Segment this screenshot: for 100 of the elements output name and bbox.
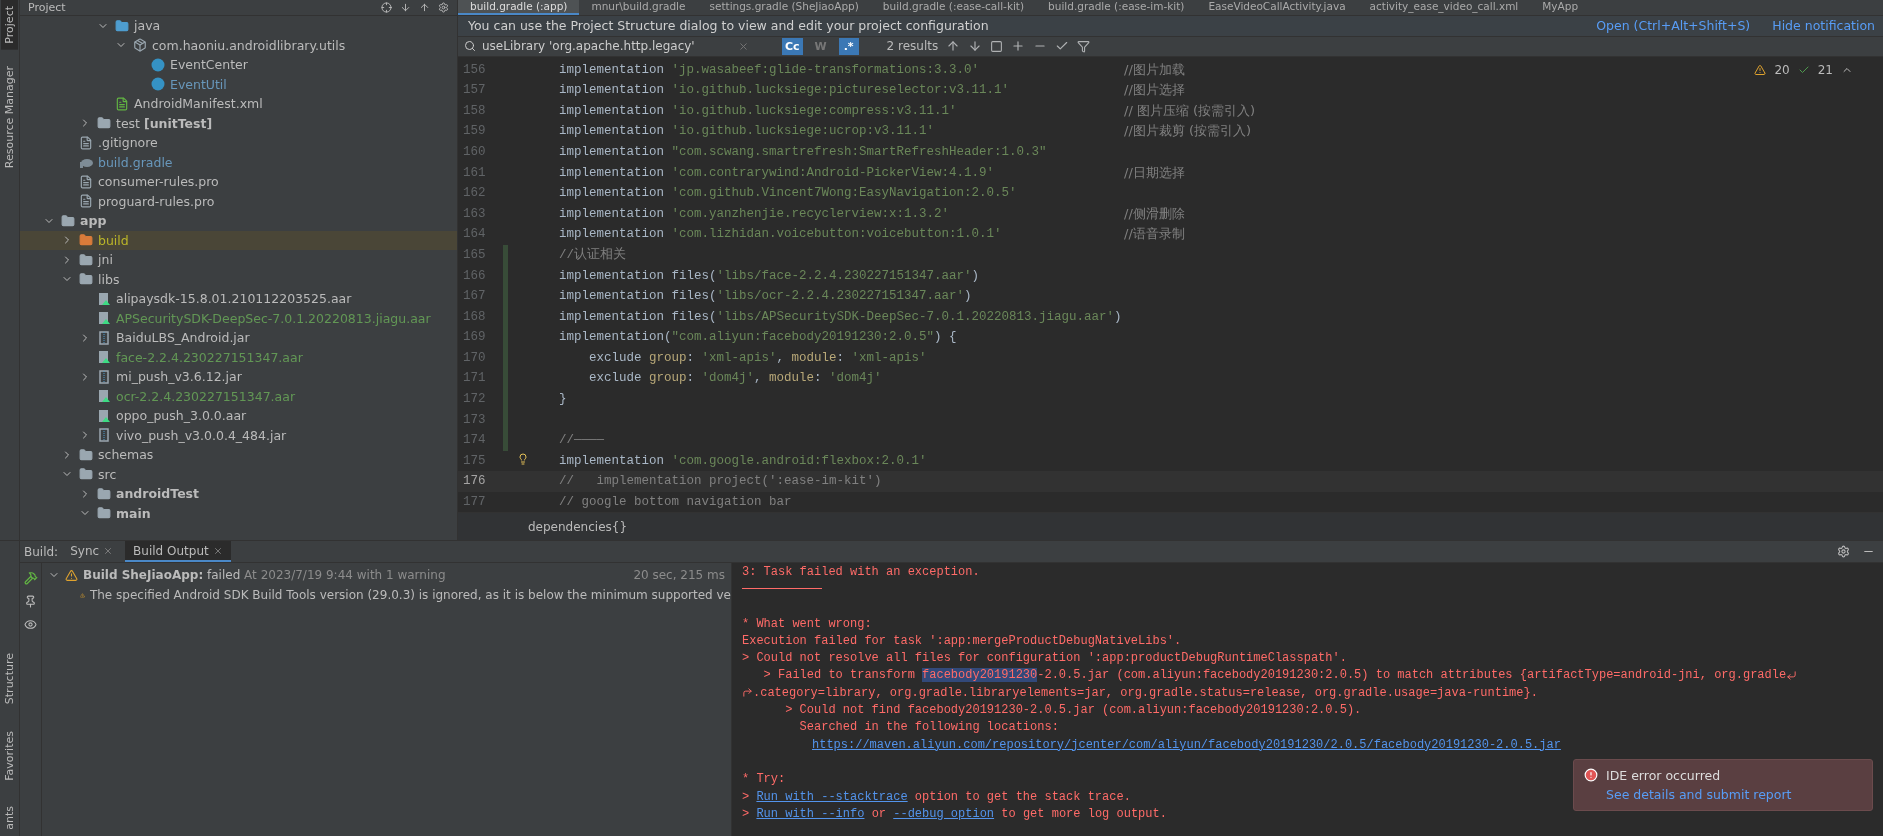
notification-link[interactable]: Hide notification (1772, 18, 1875, 34)
warning-count[interactable]: 20 (1774, 63, 1790, 78)
tree-item[interactable]: vivo_push_v3.0.0.4_484.jar (20, 425, 457, 445)
soft-wrap-icon (742, 687, 753, 699)
eye-icon[interactable] (24, 618, 37, 631)
line-number: 166 (462, 268, 487, 283)
lightbulb-icon[interactable] (517, 452, 529, 465)
collapse-all-icon[interactable] (419, 2, 430, 13)
tree-item[interactable]: EventCenter (20, 55, 457, 75)
weak-warning-count[interactable]: 21 (1817, 63, 1833, 78)
log-link[interactable]: Run with --info (756, 806, 865, 821)
tree-item[interactable]: EventUtil (20, 74, 457, 94)
tree-item[interactable]: consumer-rules.pro (20, 172, 457, 192)
tree-item[interactable]: app (20, 211, 457, 231)
build-status[interactable]: Build SheJiaoApp: failed At 2023/7/19 9:44 with 1 warning (83, 568, 446, 582)
tree-item[interactable]: alipaysdk-15.8.01.210112203525.aar (20, 289, 457, 309)
square-icon[interactable] (990, 39, 1004, 53)
tree-item[interactable]: face-2.2.4.230227151347.aar (20, 347, 457, 367)
editor-tab[interactable]: MyApp (1530, 0, 1591, 15)
tree-item[interactable]: libs (20, 269, 457, 289)
editor-tab[interactable]: build.gradle (:app) (458, 0, 580, 15)
build-message[interactable]: The specified Android SDK Build Tools version (29.0.3) is ignored, as it is below the minimum supported ve (89, 588, 731, 602)
editor-tab[interactable]: settings.gradle (SheJiaoApp) (697, 0, 871, 15)
code-line: implementation 'com.github.Vincent7Wong:EasyNavigation:2.0.5' (559, 186, 1018, 201)
line-number: 164 (462, 227, 487, 242)
log-line: > Could not resolve all files for configuration ':app:productDebugRuntimeClasspath'. (742, 651, 1347, 666)
settings-icon[interactable] (438, 2, 449, 13)
tool-window-tab[interactable]: Structure (1, 647, 18, 711)
close-icon[interactable] (103, 545, 114, 556)
tree-item[interactable]: ocr-2.2.4.230227151347.aar (20, 386, 457, 406)
previous-icon[interactable] (946, 39, 961, 54)
editor-tab[interactable]: build.gradle (:ease-im-kit) (1036, 0, 1197, 15)
tree-item[interactable]: main (20, 503, 457, 523)
tree-item[interactable]: androidTest (20, 484, 457, 504)
code-line: implementation 'io.github.lucksiege:ucrop:v3.11.1' (559, 124, 936, 139)
tree-item[interactable]: build (20, 230, 457, 250)
filter-icon[interactable] (1077, 39, 1091, 53)
log-line: Execution failed for task ':app:mergeProductDebugNativeLibs'. (742, 633, 1182, 648)
log-link[interactable]: Run with --stacktrace (756, 789, 908, 804)
code-line: implementation 'com.google.android:flexbox:2.0.1' (559, 453, 928, 468)
tree-item[interactable]: com.haoniu.androidlibrary.utils (20, 35, 457, 55)
tree-item[interactable]: APSecuritySDK-DeepSec-7.0.1.20220813.jiagu.aar (20, 308, 457, 328)
line-number: 162 (462, 186, 487, 201)
search-option-toggle[interactable]: .* (838, 37, 859, 55)
tree-item[interactable]: proguard-rules.pro (20, 191, 457, 211)
log-line: > Failed to transform facebody20191230-2.0.5.jar (com.aliyun:facebody20191230:2.0.5) to match attributes {artifactType=android-jni, org.gradle (762, 668, 1787, 683)
class-icon (151, 57, 165, 72)
close-icon[interactable] (212, 545, 223, 556)
tree-item[interactable]: test [unitTest] (20, 113, 457, 133)
tool-window-tab[interactable]: Resource Manager (1, 59, 18, 174)
tree-item[interactable]: oppo_push_3.0.0.aar (20, 406, 457, 426)
tree-item[interactable]: src (20, 464, 457, 484)
tool-tab[interactable]: Sync (62, 541, 122, 562)
editor-tab[interactable]: build.gradle (:ease-call-kit) (870, 0, 1037, 15)
line-number: 174 (462, 433, 487, 448)
settings-icon[interactable] (1837, 545, 1850, 558)
notification-link[interactable]: Open (Ctrl+Alt+Shift+S) (1596, 18, 1751, 34)
tree-item[interactable]: .gitignore (20, 133, 457, 153)
line-number: 158 (462, 103, 487, 118)
log-link[interactable]: --debug option (893, 806, 995, 821)
panel-title: Project (28, 1, 66, 14)
code-comment: //侧滑删除 (1124, 204, 1185, 223)
build-duration: 20 sec, 215 ms (633, 568, 726, 582)
log-line: Searched in the following locations: (798, 720, 1059, 735)
line-number: 163 (462, 206, 487, 221)
editor-tab[interactable]: activity_ease_video_call.xml (1357, 0, 1531, 15)
tool-window-tab[interactable]: Favorites (1, 724, 18, 787)
hammer-icon[interactable] (23, 571, 38, 585)
notification-link[interactable]: See details and submit report (1606, 787, 1792, 802)
test-folder-icon (97, 116, 111, 131)
tree-item[interactable]: AndroidManifest.xml (20, 94, 457, 114)
code-line: implementation files('libs/face-2.2.4.230227151347.aar') (559, 268, 981, 283)
tree-item[interactable]: build.gradle (20, 152, 457, 172)
log-text: or (870, 806, 888, 821)
line-number: 171 (462, 371, 487, 386)
code-line: exclude group: 'dom4j', module: 'dom4j' (588, 371, 883, 386)
tool-window-tab[interactable]: Project (1, 0, 18, 50)
log-text: to get more log output. (1000, 806, 1167, 821)
log-link[interactable]: https://maven.aliyun.com/repository/jcenter/com/aliyun/facebody20191230/2.0.5/facebody20191230-2.0.5.jar (812, 737, 1561, 752)
manifest-file-icon (115, 96, 129, 111)
tree-item[interactable]: jni (20, 250, 457, 270)
expand-all-icon[interactable] (400, 2, 411, 13)
add-icon[interactable] (1011, 39, 1026, 54)
pin-icon[interactable] (24, 595, 37, 608)
file-icon (79, 194, 93, 209)
code-line: implementation 'com.lizhidan.voicebutton:voicebutton:1.0.1' (559, 227, 1003, 242)
tree-item[interactable]: mi_push_v3.6.12.jar (20, 367, 457, 387)
editor-tab[interactable]: EaseVideoCallActivity.java (1196, 0, 1358, 15)
tool-window-tab[interactable]: ants (1, 800, 18, 836)
tree-item[interactable]: BaiduLBS_Android.jar (20, 328, 457, 348)
jar-icon (98, 428, 110, 443)
tool-tab[interactable]: Build Output (125, 541, 231, 562)
search-field[interactable]: useLibrary 'org.apache.http.legacy' (464, 39, 774, 54)
locate-icon[interactable] (381, 2, 392, 13)
line-number: 160 (462, 144, 487, 159)
editor-tab[interactable]: mnur\build.gradle (579, 0, 698, 15)
search-option-toggle[interactable]: Cc (782, 37, 803, 55)
line-number: 168 (462, 309, 487, 324)
tree-item[interactable]: java (20, 16, 457, 36)
tree-item[interactable]: schemas (20, 445, 457, 465)
